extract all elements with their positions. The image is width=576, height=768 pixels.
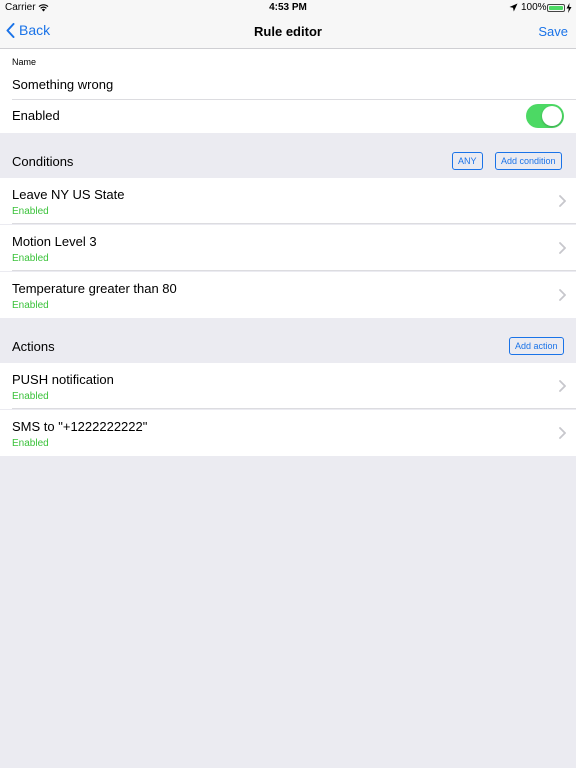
battery-percent: 100%	[521, 2, 547, 13]
charging-bolt-icon	[566, 3, 572, 16]
condition-row[interactable]: Temperature greater than 80 Enabled	[0, 272, 576, 318]
action-row[interactable]: PUSH notification Enabled	[0, 363, 576, 409]
condition-title: Leave NY US State	[12, 187, 125, 202]
chevron-right-icon	[559, 380, 566, 392]
actions-header: Actions Add action	[0, 330, 576, 362]
rule-editor-screen: Carrier 4:53 PM 100% Back Rule editor Sa…	[0, 0, 576, 768]
divider	[12, 223, 576, 224]
condition-row[interactable]: Motion Level 3 Enabled	[0, 225, 576, 271]
location-arrow-icon	[509, 3, 518, 15]
condition-status: Enabled	[12, 300, 49, 311]
divider	[12, 99, 576, 100]
divider	[12, 270, 576, 271]
enabled-label: Enabled	[12, 108, 60, 123]
add-action-button[interactable]: Add action	[509, 337, 564, 355]
chevron-right-icon	[559, 427, 566, 439]
save-button[interactable]: Save	[538, 24, 568, 39]
action-status: Enabled	[12, 438, 49, 449]
divider	[12, 408, 576, 409]
status-bar: Carrier 4:53 PM 100%	[0, 0, 576, 16]
action-row[interactable]: SMS to "+1222222222" Enabled	[0, 410, 576, 456]
page-title: Rule editor	[254, 24, 322, 39]
condition-row[interactable]: Leave NY US State Enabled	[0, 178, 576, 224]
chevron-right-icon	[559, 242, 566, 254]
add-condition-button[interactable]: Add condition	[495, 152, 562, 170]
name-field-label: Name	[12, 57, 37, 67]
conditions-header: Conditions ANY Add condition	[0, 145, 576, 177]
status-time: 4:53 PM	[269, 2, 307, 13]
navigation-bar: Back Rule editor Save	[0, 16, 576, 49]
conditions-title: Conditions	[12, 154, 74, 169]
condition-title: Motion Level 3	[12, 234, 97, 249]
battery-icon	[547, 4, 565, 12]
chevron-right-icon	[559, 289, 566, 301]
condition-status: Enabled	[12, 206, 49, 217]
rule-settings-card: Name Something wrong Enabled	[0, 49, 576, 133]
action-title: SMS to "+1222222222"	[12, 419, 148, 434]
any-button[interactable]: ANY	[452, 152, 483, 170]
action-title: PUSH notification	[12, 372, 114, 387]
toggle-knob	[542, 106, 562, 126]
actions-title: Actions	[12, 339, 55, 354]
enabled-toggle[interactable]	[526, 104, 564, 128]
action-status: Enabled	[12, 391, 49, 402]
chevron-right-icon	[559, 195, 566, 207]
condition-title: Temperature greater than 80	[12, 281, 177, 296]
name-field[interactable]: Something wrong	[12, 77, 113, 92]
condition-status: Enabled	[12, 253, 49, 264]
